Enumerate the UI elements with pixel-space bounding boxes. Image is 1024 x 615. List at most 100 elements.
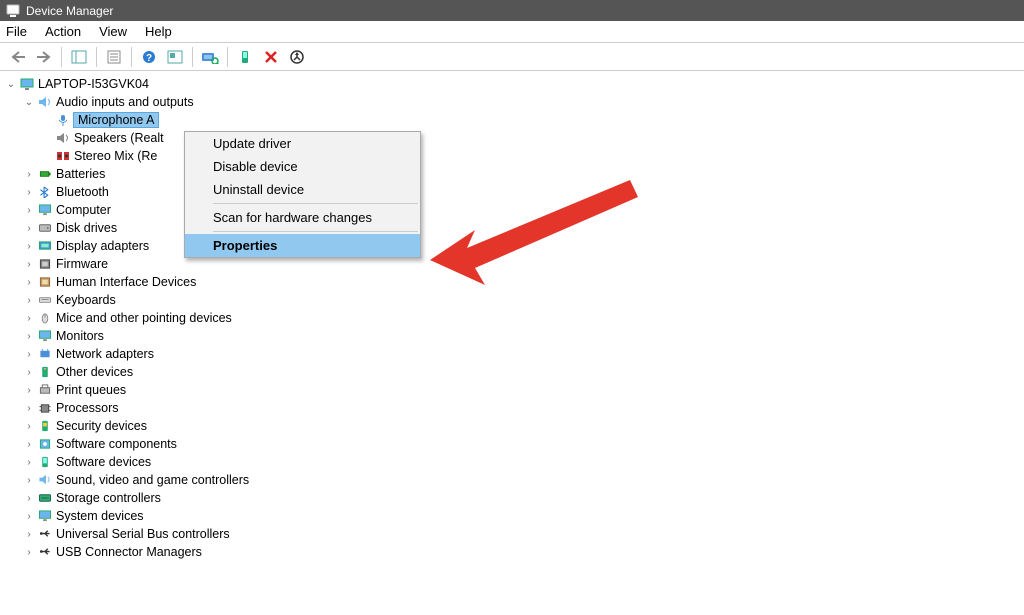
tree-category[interactable]: › Keyboards [4, 291, 1024, 309]
tree-category[interactable]: ›Bluetooth [4, 183, 1024, 201]
category-icon [36, 474, 54, 486]
category-icon [36, 366, 54, 378]
expand-icon[interactable]: › [22, 295, 36, 306]
expand-icon[interactable]: › [22, 475, 36, 486]
expand-icon[interactable]: › [22, 331, 36, 342]
tree-category[interactable]: › Human Interface Devices [4, 273, 1024, 291]
context-uninstall-device[interactable]: Uninstall device [185, 178, 420, 201]
tree-category[interactable]: ›System devices [4, 507, 1024, 525]
menu-file[interactable]: File [6, 24, 27, 39]
tree-category[interactable]: › Software devices [4, 453, 1024, 471]
scan-hardware-button[interactable] [198, 46, 222, 68]
tree-category[interactable]: › Processors [4, 399, 1024, 417]
expand-icon[interactable]: › [22, 511, 36, 522]
help-button[interactable]: ? [137, 46, 161, 68]
tree-category[interactable]: ›Network adapters [4, 345, 1024, 363]
expand-icon[interactable]: › [22, 439, 36, 450]
expand-icon[interactable]: › [22, 349, 36, 360]
tree-category[interactable]: › Storage controllers [4, 489, 1024, 507]
expand-icon[interactable]: › [22, 187, 36, 198]
tree-category-audio[interactable]: ⌄ Audio inputs and outputs [4, 93, 1024, 111]
expand-icon[interactable]: › [22, 259, 36, 270]
category-icon [36, 294, 54, 306]
category-label: Processors [54, 401, 119, 415]
stereo-icon [54, 150, 72, 162]
show-hide-tree-button[interactable] [67, 46, 91, 68]
tree-category[interactable]: › USB Connector Managers [4, 543, 1024, 561]
category-icon [36, 528, 54, 540]
context-properties[interactable]: Properties [185, 234, 420, 257]
category-icon [36, 186, 54, 198]
uninstall-device-button[interactable] [259, 46, 283, 68]
category-label: Computer [54, 203, 111, 217]
expand-icon[interactable]: › [22, 367, 36, 378]
tree-category[interactable]: › Computer [4, 201, 1024, 219]
expand-icon[interactable]: › [22, 529, 36, 540]
tree-item-stereomix[interactable]: Stereo Mix (Re [4, 147, 1024, 165]
category-label: Universal Serial Bus controllers [54, 527, 230, 541]
expand-icon[interactable]: › [22, 277, 36, 288]
category-icon [36, 276, 54, 288]
tree-category[interactable]: ›Mice and other pointing devices [4, 309, 1024, 327]
context-scan-hardware[interactable]: Scan for hardware changes [185, 206, 420, 229]
expand-icon[interactable]: › [22, 223, 36, 234]
tree-item-microphone[interactable]: Microphone A [4, 111, 1024, 129]
device-tree[interactable]: ⌄ LAPTOP-I53GVK04 ⌄ Audio inputs and out… [0, 71, 1024, 561]
expand-icon[interactable]: ⌄ [4, 79, 18, 90]
expand-icon[interactable]: › [22, 421, 36, 432]
root-label: LAPTOP-I53GVK04 [36, 77, 149, 91]
tree-category[interactable]: ›Monitors [4, 327, 1024, 345]
tree-category[interactable]: ›Security devices [4, 417, 1024, 435]
expand-icon[interactable]: ⌄ [22, 97, 36, 108]
category-icon [36, 240, 54, 252]
forward-button[interactable] [32, 46, 56, 68]
category-label: Other devices [54, 365, 133, 379]
enable-device-button[interactable] [233, 46, 257, 68]
category-label: Software devices [54, 455, 151, 469]
expand-icon[interactable]: › [22, 403, 36, 414]
expand-icon[interactable]: › [22, 385, 36, 396]
tree-category[interactable]: › Other devices [4, 363, 1024, 381]
action-center-button[interactable] [163, 46, 187, 68]
back-button[interactable] [6, 46, 30, 68]
tree-category[interactable]: › Firmware [4, 255, 1024, 273]
category-icon [36, 168, 54, 180]
category-icon [36, 384, 54, 396]
category-label: Firmware [54, 257, 108, 271]
window-titlebar: Device Manager [0, 0, 1024, 21]
category-label: Batteries [54, 167, 105, 181]
context-menu: Update driver Disable device Uninstall d… [184, 131, 421, 258]
expand-icon[interactable]: › [22, 547, 36, 558]
expand-icon[interactable]: › [22, 493, 36, 504]
expand-icon[interactable]: › [22, 205, 36, 216]
expand-icon[interactable]: › [22, 169, 36, 180]
category-label: Storage controllers [54, 491, 161, 505]
tree-category[interactable]: ›Display adapters [4, 237, 1024, 255]
category-icon [36, 456, 54, 468]
context-disable-device[interactable]: Disable device [185, 155, 420, 178]
menu-help[interactable]: Help [145, 24, 172, 39]
properties-button[interactable] [102, 46, 126, 68]
tree-category[interactable]: ›Software components [4, 435, 1024, 453]
update-driver-button[interactable] [285, 46, 309, 68]
category-label: USB Connector Managers [54, 545, 202, 559]
category-icon [36, 510, 54, 522]
menu-action[interactable]: Action [45, 24, 81, 39]
tree-category[interactable]: ›Print queues [4, 381, 1024, 399]
category-label: Keyboards [54, 293, 116, 307]
tree-category[interactable]: ›Sound, video and game controllers [4, 471, 1024, 489]
category-label: Human Interface Devices [54, 275, 196, 289]
device-label: Microphone A [73, 112, 159, 128]
expand-icon[interactable]: › [22, 457, 36, 468]
tree-category[interactable]: ›Disk drives [4, 219, 1024, 237]
expand-icon[interactable]: › [22, 241, 36, 252]
tree-category[interactable]: › Universal Serial Bus controllers [4, 525, 1024, 543]
context-update-driver[interactable]: Update driver [185, 132, 420, 155]
tree-category[interactable]: › Batteries [4, 165, 1024, 183]
menu-view[interactable]: View [99, 24, 127, 39]
tree-root[interactable]: ⌄ LAPTOP-I53GVK04 [4, 75, 1024, 93]
category-icon [36, 438, 54, 450]
category-label: Audio inputs and outputs [54, 95, 194, 109]
tree-item-speakers[interactable]: Speakers (Realt [4, 129, 1024, 147]
expand-icon[interactable]: › [22, 313, 36, 324]
